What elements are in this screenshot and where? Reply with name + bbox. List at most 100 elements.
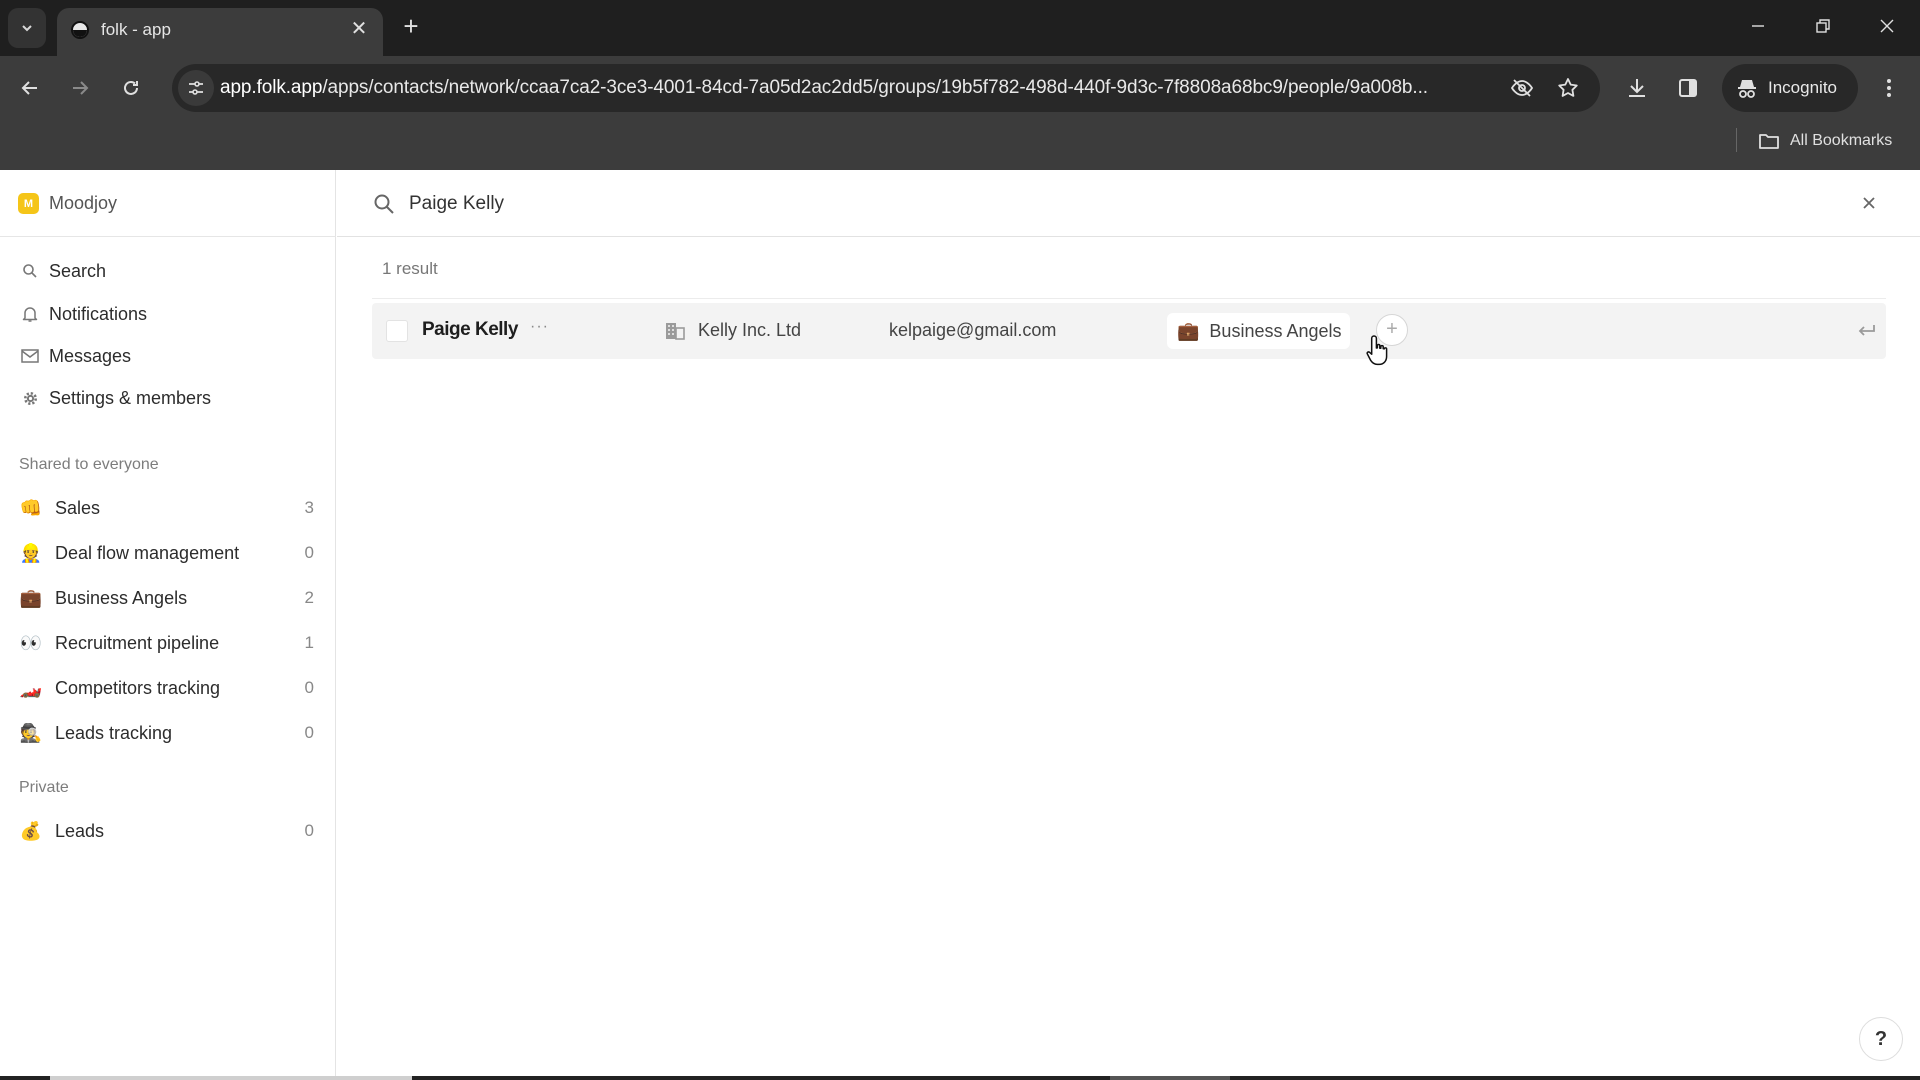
row-checkbox[interactable] bbox=[386, 320, 408, 342]
tab-strip: folk - app ✕ + bbox=[0, 0, 1920, 56]
group-label: Deal flow management bbox=[55, 542, 240, 563]
site-info-button[interactable] bbox=[178, 70, 214, 106]
group-count: 0 bbox=[304, 543, 314, 562]
reload-button[interactable] bbox=[113, 70, 149, 106]
group-count: 2 bbox=[304, 588, 314, 607]
sidebar-group-business-angels[interactable]: 💼 Business Angels 2 bbox=[12, 579, 324, 617]
incognito-indicator[interactable]: Incognito bbox=[1722, 64, 1858, 112]
group-label: Business Angels bbox=[55, 587, 188, 608]
group-label: Leads tracking bbox=[55, 722, 173, 743]
sidebar-item-label: Notifications bbox=[49, 303, 148, 324]
sidebar-group-leads-tracking[interactable]: 🕵️ Leads tracking 0 bbox=[12, 714, 324, 752]
result-count: 1 result bbox=[382, 259, 438, 278]
contact-name[interactable]: Paige Kelly bbox=[422, 319, 518, 341]
restore-button[interactable] bbox=[1803, 12, 1843, 44]
browser-chrome: folk - app ✕ + app.folk.app/apps/contact… bbox=[0, 0, 1920, 170]
group-tag-label: Business Angels bbox=[1209, 320, 1342, 341]
contact-email[interactable]: kelpaige@gmail.com bbox=[889, 320, 1056, 341]
search-result-row[interactable]: Paige Kelly ··· Kelly Inc. Ltd kelpaige@… bbox=[372, 303, 1886, 359]
close-window-button[interactable] bbox=[1867, 12, 1907, 44]
minimize-button[interactable] bbox=[1738, 12, 1778, 44]
sidebar-group-deal-flow-management[interactable]: 👷 Deal flow management 0 bbox=[12, 534, 324, 572]
incognito-label: Incognito bbox=[1768, 78, 1837, 97]
minimize-icon bbox=[1752, 25, 1764, 27]
sidebar-item-label: Messages bbox=[49, 345, 132, 366]
group-label: Competitors tracking bbox=[55, 677, 221, 698]
tab-list-button[interactable] bbox=[8, 8, 46, 48]
incognito-icon bbox=[1738, 80, 1756, 98]
enter-return-icon bbox=[1858, 325, 1875, 336]
group-label: Recruitment pipeline bbox=[55, 632, 220, 653]
group-count: 0 bbox=[304, 678, 314, 697]
sidebar-item-settings[interactable]: Settings & members bbox=[12, 380, 324, 416]
bell-icon bbox=[20, 304, 40, 324]
search-input[interactable] bbox=[409, 188, 1709, 220]
forward-button[interactable] bbox=[62, 70, 98, 106]
help-button[interactable]: ? bbox=[1859, 1017, 1903, 1061]
sidebar-item-label: Settings & members bbox=[49, 387, 212, 408]
close-tab-button[interactable]: ✕ bbox=[347, 17, 371, 41]
all-bookmarks-button[interactable]: All Bookmarks bbox=[1758, 128, 1892, 154]
browser-tab[interactable]: folk - app ✕ bbox=[57, 8, 383, 56]
scrollbar-segment bbox=[50, 1076, 412, 1080]
group-count: 1 bbox=[304, 633, 314, 652]
section-label-shared: Shared to everyone bbox=[19, 456, 159, 473]
group-count: 3 bbox=[304, 498, 314, 517]
group-tag-business-angels[interactable]: 💼 Business Angels bbox=[1167, 313, 1350, 349]
eye-off-icon bbox=[1510, 79, 1534, 97]
results-divider bbox=[372, 298, 1886, 299]
url-text: app.folk.app/apps/contacts/network/ccaa7… bbox=[220, 77, 1428, 99]
close-icon bbox=[1880, 19, 1894, 33]
workspace-logo: M bbox=[18, 193, 39, 214]
race-car-emoji-icon: 🏎️ bbox=[19, 678, 43, 698]
sidebar-item-messages[interactable]: Messages bbox=[12, 338, 324, 374]
group-label: Sales bbox=[55, 497, 101, 518]
bookmark-star-button[interactable] bbox=[1556, 76, 1580, 100]
close-search-button[interactable] bbox=[1857, 191, 1881, 215]
search-icon bbox=[20, 261, 40, 281]
sidebar-group-recruitment-pipeline[interactable]: 👀 Recruitment pipeline 1 bbox=[12, 624, 324, 662]
scrollbar-thumb[interactable] bbox=[1110, 1076, 1230, 1080]
sidebar-group-sales[interactable]: 👊 Sales 3 bbox=[12, 489, 324, 527]
horizontal-scrollbar[interactable] bbox=[0, 1076, 1920, 1080]
search-icon bbox=[374, 194, 394, 214]
new-tab-button[interactable]: + bbox=[396, 12, 426, 42]
reload-icon bbox=[124, 80, 138, 95]
url-host: app.folk.app bbox=[220, 77, 323, 98]
money-bag-emoji-icon: 💰 bbox=[19, 821, 43, 841]
sidebar-group-competitors-tracking[interactable]: 🏎️ Competitors tracking 0 bbox=[12, 669, 324, 707]
briefcase-emoji-icon: 💼 bbox=[1177, 320, 1200, 341]
hand-pointer-cursor-icon bbox=[1366, 335, 1388, 366]
arrow-left-icon bbox=[21, 81, 37, 95]
download-icon bbox=[1629, 79, 1645, 97]
sidebar: M Moodjoy Search Notifications Messages … bbox=[0, 170, 336, 1076]
restore-icon bbox=[1816, 19, 1830, 33]
folk-app: M Moodjoy Search Notifications Messages … bbox=[0, 170, 1920, 1080]
construction-worker-emoji-icon: 👷 bbox=[19, 543, 43, 563]
group-label: Leads bbox=[55, 820, 105, 841]
browser-menu-button[interactable] bbox=[1871, 70, 1907, 106]
chevron-down-icon bbox=[22, 25, 32, 32]
sidebar-group-leads[interactable]: 💰 Leads 0 bbox=[12, 812, 324, 850]
sidebar-item-notifications[interactable]: Notifications bbox=[12, 296, 324, 332]
side-panel-button[interactable] bbox=[1670, 70, 1706, 106]
briefcase-emoji-icon: 💼 bbox=[19, 588, 43, 608]
group-count: 0 bbox=[304, 723, 314, 742]
more-vertical-icon bbox=[1887, 79, 1891, 97]
folk-favicon-icon bbox=[71, 21, 89, 39]
tracking-protection-button[interactable] bbox=[1510, 76, 1534, 100]
mail-icon bbox=[20, 346, 40, 366]
downloads-button[interactable] bbox=[1619, 70, 1655, 106]
bookmarks-divider bbox=[1736, 128, 1737, 152]
eyes-emoji-icon: 👀 bbox=[19, 633, 43, 653]
gear-icon bbox=[20, 388, 40, 408]
workspace-switcher[interactable]: M Moodjoy bbox=[0, 170, 336, 237]
close-icon bbox=[1863, 197, 1875, 209]
sidebar-item-search[interactable]: Search bbox=[12, 253, 324, 289]
search-bar bbox=[337, 170, 1920, 237]
more-options-button[interactable]: ··· bbox=[530, 318, 549, 336]
detective-emoji-icon: 🕵️ bbox=[19, 723, 43, 743]
address-bar[interactable]: app.folk.app/apps/contacts/network/ccaa7… bbox=[172, 64, 1600, 112]
back-button[interactable] bbox=[12, 70, 48, 106]
contact-company[interactable]: Kelly Inc. Ltd bbox=[698, 320, 801, 341]
